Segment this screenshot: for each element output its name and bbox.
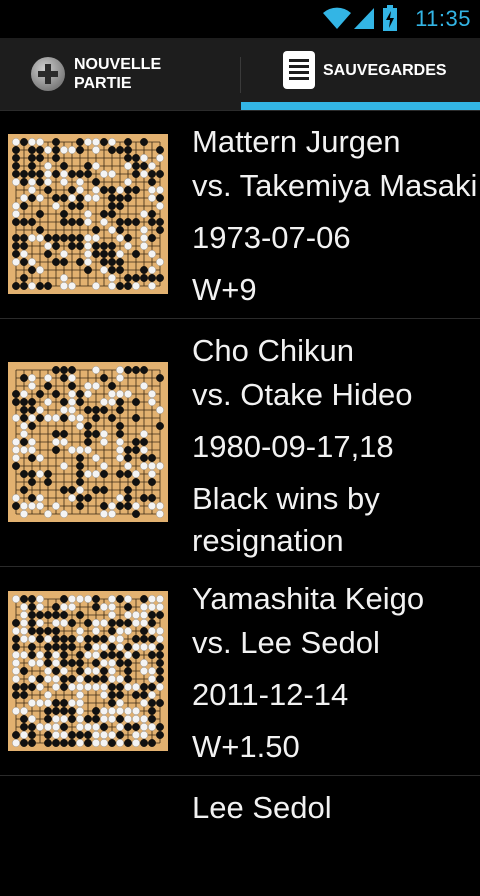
document-list-icon xyxy=(283,51,315,89)
list-item[interactable]: Yamashita Keigo vs. Lee Sedol 2011-12-14… xyxy=(0,567,480,776)
game-date: 2011-12-14 xyxy=(192,677,349,712)
status-time: 11:35 xyxy=(415,6,471,31)
list-item[interactable]: Lee Sedol xyxy=(0,776,480,896)
player1-name: Yamashita Keigo xyxy=(192,581,425,616)
tab-bar: NOUVELLE PARTIE SAUVEGARDES xyxy=(0,38,480,111)
game-result: W+9 xyxy=(192,272,257,307)
player2-name: vs. Lee Sedol xyxy=(192,625,380,660)
status-bar: 11:35 xyxy=(0,0,480,38)
game-date: 1980-09-17,18 xyxy=(192,429,394,464)
go-board-thumbnail xyxy=(8,134,168,294)
tab-saved-games[interactable]: SAUVEGARDES xyxy=(241,38,480,110)
game-result: W+1.50 xyxy=(192,729,300,764)
list-item[interactable]: Cho Chikun vs. Otake Hideo 1980-09-17,18… xyxy=(0,319,480,567)
battery-charging-icon xyxy=(383,5,397,31)
player1-name: Cho Chikun xyxy=(192,333,354,368)
game-date: 1973-07-06 xyxy=(192,220,351,255)
go-board-thumbnail xyxy=(8,591,168,751)
saved-games-list: Mattern Jurgen vs. Takemiya Masaki 1973-… xyxy=(0,110,480,896)
signal-icon xyxy=(354,8,374,29)
game-result-line2: resignation xyxy=(192,523,344,558)
game-result: Black wins by xyxy=(192,481,380,516)
player2-name: vs. Takemiya Masaki xyxy=(192,168,478,203)
player1-name: Mattern Jurgen xyxy=(192,124,401,159)
plus-circle-icon xyxy=(31,57,65,91)
tab-saved-games-label: SAUVEGARDES xyxy=(323,61,447,79)
go-board-thumbnail xyxy=(8,362,168,522)
tab-new-game-label: NOUVELLE PARTIE xyxy=(74,56,162,92)
player1-name: Lee Sedol xyxy=(192,790,332,825)
wifi-icon xyxy=(323,7,351,29)
player2-name: vs. Otake Hideo xyxy=(192,377,413,412)
list-item[interactable]: Mattern Jurgen vs. Takemiya Masaki 1973-… xyxy=(0,110,480,319)
tab-new-game[interactable]: NOUVELLE PARTIE xyxy=(0,38,240,110)
